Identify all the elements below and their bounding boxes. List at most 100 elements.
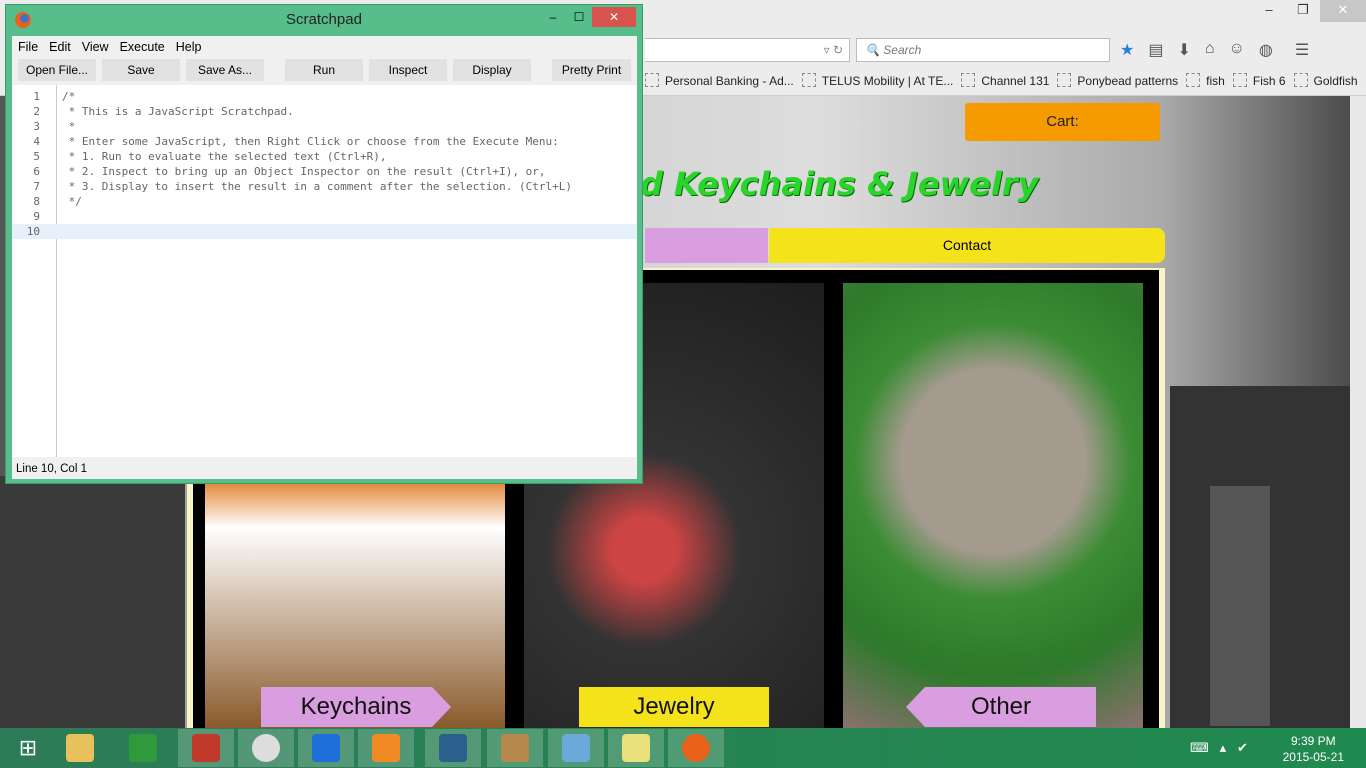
taskbar-winrar[interactable]	[178, 729, 234, 767]
menu-edit[interactable]: Edit	[49, 40, 71, 55]
window-controls: – ❐ ✕	[1252, 0, 1366, 22]
dropdown-icon[interactable]: ▿	[824, 43, 830, 57]
code-line[interactable]: 9	[12, 209, 637, 224]
status-bar: Line 10, Col 1	[16, 463, 87, 475]
globe-icon[interactable]: ◍	[1259, 40, 1273, 60]
code-text: *	[62, 120, 76, 133]
bookmark-item[interactable]: Channel 131	[961, 73, 1049, 88]
line-number: 5	[33, 150, 40, 163]
taskbar-library[interactable]	[487, 729, 543, 767]
bookmark-item[interactable]: Fish 6	[1233, 73, 1286, 88]
bookmark-item[interactable]: Goldfish	[1294, 73, 1358, 88]
maximize-button[interactable]: ☐	[566, 7, 592, 27]
close-button[interactable]: ✕	[1320, 0, 1366, 22]
start-button[interactable]: ⊞	[0, 729, 56, 767]
bookmark-item[interactable]: Ponybead patterns	[1057, 73, 1178, 88]
nav-contact[interactable]: Contact	[769, 228, 1165, 263]
chat-icon[interactable]: ☺	[1229, 40, 1245, 60]
taskbar-media-player[interactable]	[358, 729, 414, 767]
line-number: 1	[33, 90, 40, 103]
taskbar-video-app[interactable]	[425, 729, 481, 767]
download-icon[interactable]: ⬇	[1177, 40, 1190, 60]
minimize-button[interactable]: –	[1252, 0, 1286, 22]
malwarebytes-icon	[312, 734, 340, 762]
line-number: 8	[33, 195, 40, 208]
category-other[interactable]: Other	[906, 687, 1096, 727]
close-button[interactable]: ✕	[592, 7, 636, 27]
menu-icon[interactable]: ☰	[1295, 40, 1309, 60]
keyboard-icon[interactable]: ⌨	[1190, 740, 1209, 755]
bookmark-star-icon[interactable]: ★	[1120, 40, 1134, 60]
category-jewelry[interactable]: Jewelry	[579, 687, 769, 727]
library-icon	[501, 734, 529, 762]
site-heading: d Keychains & Jewelry	[640, 165, 1039, 203]
scratchpad-window: Scratchpad – ☐ ✕ File Edit View Execute …	[5, 4, 643, 484]
code-line[interactable]: 3 *	[12, 119, 637, 134]
winrar-icon	[192, 734, 220, 762]
line-number: 9	[33, 210, 40, 223]
menu-execute[interactable]: Execute	[120, 40, 165, 55]
code-line[interactable]: 1 /*	[12, 89, 637, 104]
bookmark-item[interactable]: TELUS Mobility | At TE...	[802, 73, 954, 88]
line-number: 2	[33, 105, 40, 118]
usb-safe-remove-icon[interactable]: ✔	[1237, 740, 1248, 755]
code-text: * Enter some JavaScript, then Right Clic…	[62, 135, 559, 148]
save-as-button[interactable]: Save As...	[186, 59, 264, 81]
line-number: 6	[33, 165, 40, 178]
code-editor[interactable]: 1/* 2 * This is a JavaScript Scratchpad. 3…	[12, 85, 637, 457]
search-placeholder: Search	[883, 43, 922, 57]
time: 9:39 PM	[1290, 734, 1336, 748]
home-icon[interactable]: ⌂	[1205, 40, 1215, 60]
minimize-button[interactable]: –	[540, 7, 566, 27]
bookmark-item[interactable]: fish	[1186, 73, 1225, 88]
save-button[interactable]: Save	[102, 59, 180, 81]
video-app-icon	[439, 734, 467, 762]
taskbar-sticky-notes[interactable]	[608, 729, 664, 767]
clock[interactable]: 9:39 PM 2015-05-21	[1283, 733, 1344, 765]
sticky-notes-icon	[622, 734, 650, 762]
windows-icon: ⊞	[18, 735, 38, 760]
line-number: 4	[33, 135, 40, 148]
reload-icon[interactable]: ↻	[833, 43, 843, 57]
code-line[interactable]: 6 * 2. Inspect to bring up an Object Ins…	[12, 164, 637, 179]
run-button[interactable]: Run	[285, 59, 363, 81]
pretty-print-button[interactable]: Pretty Print	[552, 59, 631, 81]
menu-bar: File Edit View Execute Help	[12, 36, 637, 59]
taskbar-paint[interactable]	[548, 729, 604, 767]
code-line[interactable]: 7 * 3. Display to insert the result in a…	[12, 179, 637, 194]
menu-view[interactable]: View	[82, 40, 109, 55]
file-explorer-icon	[66, 734, 94, 762]
category-keychains[interactable]: Keychains	[261, 687, 451, 727]
code-line[interactable]: 10	[12, 224, 637, 239]
code-text: * 1. Run to evaluate the selected text (…	[62, 150, 387, 163]
display-button[interactable]: Display	[453, 59, 531, 81]
cart-button[interactable]: Cart:	[965, 103, 1160, 141]
chrome-icon	[252, 734, 280, 762]
taskbar-firefox[interactable]	[668, 729, 724, 767]
reading-list-icon[interactable]: ▤	[1148, 40, 1163, 60]
taskbar-wps-writer[interactable]	[115, 729, 171, 767]
menu-file[interactable]: File	[18, 40, 38, 55]
inspect-button[interactable]: Inspect	[369, 59, 447, 81]
url-bar[interactable]: ▿ ↻	[645, 38, 850, 62]
menu-help[interactable]: Help	[176, 40, 202, 55]
wps-writer-icon	[129, 734, 157, 762]
open-file-button[interactable]: Open File...	[18, 59, 96, 81]
taskbar-chrome[interactable]	[238, 729, 294, 767]
code-line[interactable]: 5 * 1. Run to evaluate the selected text…	[12, 149, 637, 164]
page-scrollbar[interactable]	[1350, 96, 1366, 728]
tray-expand-icon[interactable]: ▴	[1220, 740, 1227, 755]
restore-button[interactable]: ❐	[1286, 0, 1320, 22]
code-line[interactable]: 8 */	[12, 194, 637, 209]
date: 2015-05-21	[1282, 750, 1344, 764]
bookmarks-toolbar: Personal Banking - Ad... TELUS Mobility …	[645, 73, 1366, 88]
bookmark-item[interactable]: Personal Banking - Ad...	[645, 73, 794, 88]
nav-item[interactable]	[645, 228, 768, 263]
taskbar-malwarebytes[interactable]	[298, 729, 354, 767]
taskbar-file-explorer[interactable]	[52, 729, 108, 767]
other-image[interactable]	[843, 283, 1143, 728]
code-line[interactable]: 4 * Enter some JavaScript, then Right Cl…	[12, 134, 637, 149]
search-input[interactable]: 🔍 Search	[856, 38, 1110, 62]
code-text: */	[62, 195, 82, 208]
code-line[interactable]: 2 * This is a JavaScript Scratchpad.	[12, 104, 637, 119]
